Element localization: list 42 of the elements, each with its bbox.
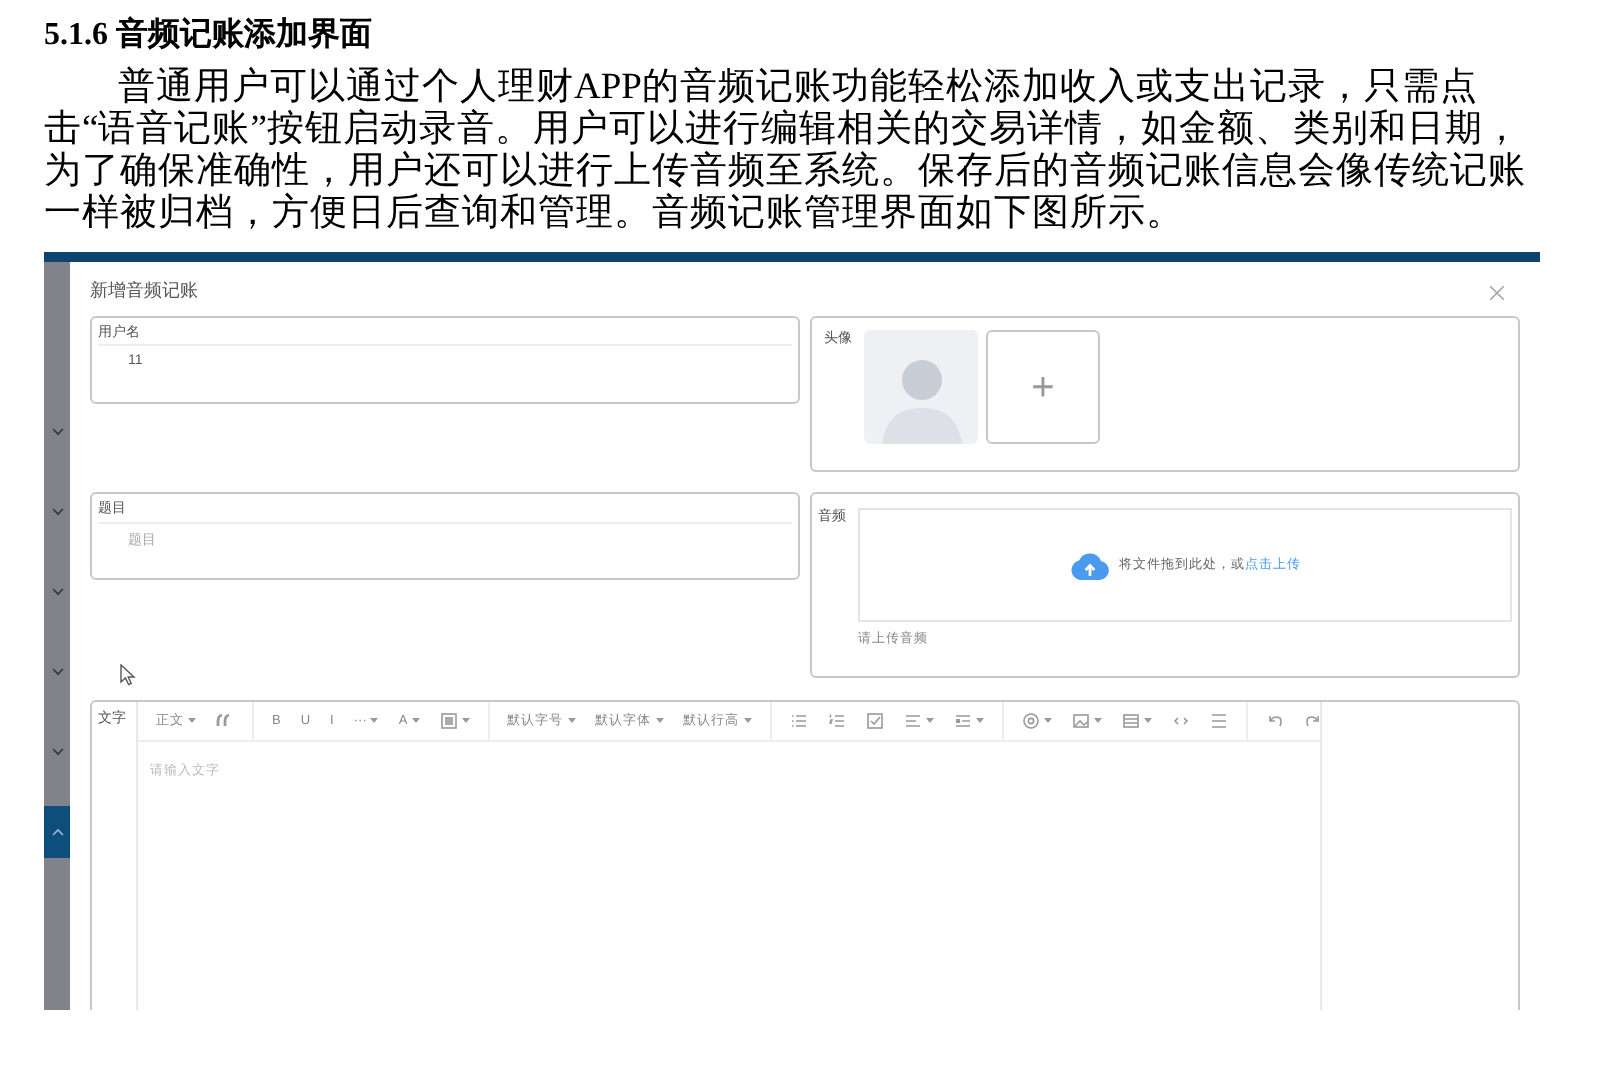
toolbar-button[interactable] [1017,707,1056,735]
caret-icon [925,718,934,724]
dialog-title: 新增音频记账 [90,278,198,305]
chevron-down-icon [51,748,63,756]
close-icon[interactable] [1490,285,1504,299]
caret-icon [188,718,196,724]
undo-icon [1265,712,1284,730]
caret-icon [461,718,470,724]
caret-icon [1043,718,1052,724]
caret-icon [1143,718,1152,724]
chevron-down-icon [51,668,63,676]
caret-icon [411,718,420,724]
numbered-list-icon [827,712,846,730]
upload-button[interactable]: + [986,330,1100,444]
image-icon [1071,712,1090,730]
chevron-down-icon [51,428,63,436]
chevron-down-icon [51,508,63,516]
align-left-icon [903,712,922,730]
sidebar-item[interactable] [44,806,70,858]
toolbar-button[interactable] [435,707,474,735]
caret-icon [743,718,752,724]
indent-icon [953,712,972,730]
quote-icon [216,712,234,730]
caret-icon [370,718,379,724]
horizontal-rule-icon [1209,712,1228,730]
caret-icon [567,718,576,724]
highlight-icon [439,712,458,730]
caret-icon [975,718,984,724]
checkbox-icon [865,712,884,730]
chevron-down-icon [51,588,63,596]
caret-icon [655,718,664,724]
toolbar-button[interactable] [861,707,888,735]
cloud-upload-icon [1069,551,1109,579]
body-paragraph: 普通用户可以通过个人理财APP的音频记账功能轻松添加收入或支出记录，只需点击“语音记账”按钮启动录音。用户可以进行编辑相关的交易详情，如金额、类别和日期，为了确保准确性，用户还可以进行上传音频至系统。保存后的音频记账信息会像传统记账一样被归档，方便日后查询和管理。音频记账管理界面如下图所示。 [44,68,1528,236]
bullet-list-icon [789,712,808,730]
mouse-cursor-icon [120,664,136,686]
caret-icon [1093,718,1102,724]
code-icon [1171,712,1190,730]
table-icon [1121,712,1140,730]
redo-icon [1303,712,1322,730]
chevron-up-icon [51,828,63,836]
section-heading: 5.1.6 音频记账添加界面 [44,16,374,56]
